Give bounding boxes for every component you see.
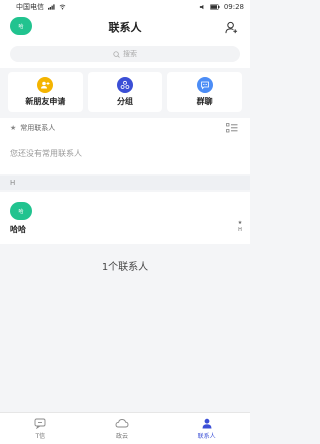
groups-button[interactable]: 分组 (87, 72, 163, 112)
index-letter-h[interactable]: H (238, 227, 242, 233)
my-avatar[interactable]: 哈 (10, 17, 32, 35)
favorites-empty-text: 您还没有常用联系人 (10, 149, 82, 158)
group-icon (117, 77, 133, 93)
star-icon: ★ (10, 124, 17, 132)
mute-icon (199, 4, 204, 10)
contact-avatar-text: 哈 (18, 208, 24, 215)
new-friend-label: 新朋友申请 (25, 97, 66, 106)
add-user-icon (224, 21, 237, 33)
nav-label-contacts: 联系人 (197, 432, 216, 440)
page-title: 联系人 (108, 21, 142, 34)
contact-item[interactable]: 哈 哈哈 (0, 192, 250, 244)
clock: 09:28 (223, 3, 244, 11)
contact-avatar: 哈 (10, 202, 32, 220)
chat-icon (34, 418, 46, 429)
carrier-label: 中国电信 (16, 3, 44, 11)
section-letter: H (10, 179, 16, 187)
contact-count: 1个联系人 (101, 262, 149, 273)
favorites-empty-message: 您还没有常用联系人 (0, 138, 250, 174)
group-chat-button[interactable]: 群聊 (167, 72, 243, 112)
contacts-screen: 中国电信 09:28 哈 联系人 搜索 新朋友申请 分组 群聊 ★ 常用联系人 … (0, 0, 250, 444)
signal-icon (48, 4, 55, 10)
add-contact-button[interactable] (222, 18, 240, 36)
new-friend-icon (37, 77, 54, 93)
nav-tab-govcloud[interactable]: 政云 (115, 418, 129, 440)
favorites-label: 常用联系人 (20, 124, 56, 132)
contact-name: 哈哈 (10, 225, 26, 234)
index-star[interactable]: ★ (238, 220, 242, 226)
search-area: 搜索 (0, 40, 250, 68)
bottom-nav: T信 政云 联系人 (0, 412, 250, 444)
nav-tab-tmessage[interactable]: T信 (34, 418, 46, 440)
wifi-icon (59, 4, 66, 10)
contacts-icon (202, 418, 212, 428)
status-right: 09:28 (199, 3, 244, 11)
search-input[interactable]: 搜索 (10, 46, 240, 62)
nav-label-tmessage: T信 (35, 432, 46, 440)
top-header: 哈 联系人 (0, 14, 250, 40)
nav-label-govcloud: 政云 (115, 432, 128, 440)
groups-label: 分组 (117, 97, 133, 106)
quick-actions: 新朋友申请 分组 群聊 (0, 68, 250, 116)
search-placeholder: 搜索 (123, 50, 137, 58)
status-bar: 中国电信 09:28 (0, 0, 250, 14)
search-icon (113, 50, 120, 58)
battery-icon (209, 4, 220, 10)
cloud-icon (115, 418, 129, 427)
favorites-header: ★ 常用联系人 (0, 118, 250, 138)
my-avatar-text: 哈 (18, 23, 24, 30)
new-friend-requests-button[interactable]: 新朋友申请 (8, 72, 83, 112)
section-header-h: H (0, 176, 250, 190)
group-chat-icon (196, 77, 213, 93)
manage-favorites-icon[interactable] (226, 123, 238, 133)
status-left: 中国电信 (16, 2, 66, 12)
group-chat-label: 群聊 (196, 97, 213, 106)
alphabet-index[interactable]: ★ H (236, 220, 244, 233)
nav-tab-contacts[interactable]: 联系人 (198, 418, 216, 440)
